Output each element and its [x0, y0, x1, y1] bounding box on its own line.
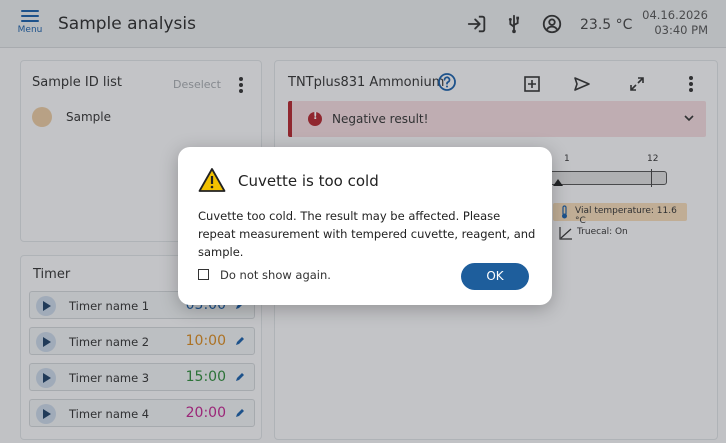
ok-button[interactable]: OK: [461, 263, 529, 290]
do-not-show-label[interactable]: Do not show again.: [220, 268, 331, 282]
warning-dialog: Cuvette is too cold Cuvette too cold. Th…: [178, 147, 552, 305]
do-not-show-checkbox[interactable]: [198, 269, 209, 280]
warning-icon: [198, 168, 226, 192]
dialog-message: Cuvette too cold. The result may be affe…: [198, 209, 536, 259]
dialog-title: Cuvette is too cold: [238, 172, 379, 190]
